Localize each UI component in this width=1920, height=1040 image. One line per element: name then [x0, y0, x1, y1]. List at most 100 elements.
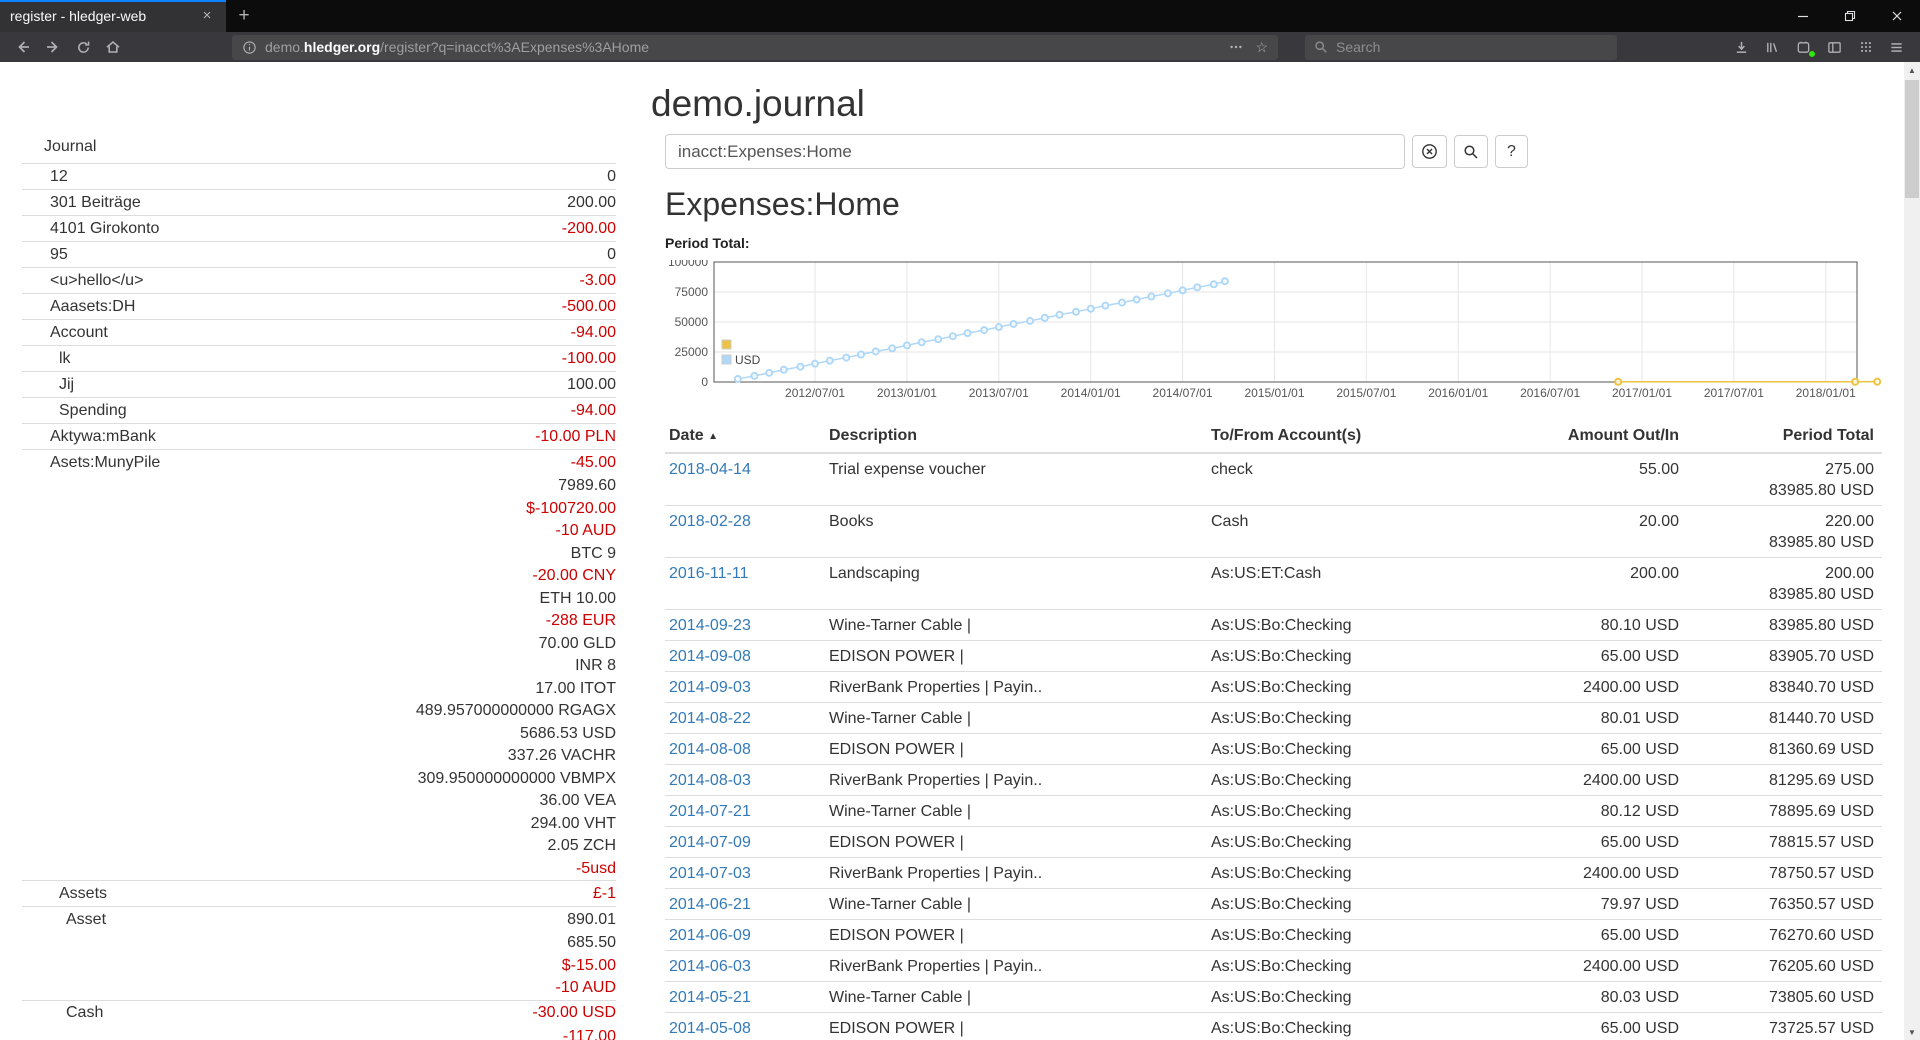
- transaction-date-link[interactable]: 2014-09-08: [669, 648, 751, 665]
- transaction-date-link[interactable]: 2014-09-03: [669, 679, 751, 696]
- transaction-date-cell: 2014-08-08: [665, 734, 825, 765]
- transaction-date-link[interactable]: 2014-05-08: [669, 1020, 751, 1037]
- query-input[interactable]: [665, 134, 1405, 169]
- new-tab-button[interactable]: +: [226, 0, 262, 32]
- account-name-link[interactable]: Aaasets:DH: [22, 298, 562, 316]
- svg-text:2018/01/01: 2018/01/01: [1796, 386, 1856, 400]
- sidebar-account-row: Jij100.00: [22, 371, 616, 397]
- svg-text:2015/07/01: 2015/07/01: [1336, 386, 1396, 400]
- transaction-date-link[interactable]: 2014-08-08: [669, 741, 751, 758]
- column-header-date[interactable]: Date ▲: [665, 422, 825, 453]
- account-name-link[interactable]: Aktywa:mBank: [22, 428, 535, 446]
- url-bar[interactable]: demo.hledger.org/register?q=inacct%3AExp…: [232, 35, 1278, 60]
- library-button[interactable]: [1757, 34, 1788, 60]
- transaction-description: Landscaping: [825, 558, 1207, 610]
- account-name-link[interactable]: Cash: [22, 1004, 532, 1022]
- register-row: 2014-05-08EDISON POWER |As:US:Bo:Checkin…: [665, 1013, 1882, 1040]
- sidebar-journal-link[interactable]: Journal: [22, 137, 641, 157]
- tab-title: register - hledger-web: [10, 8, 191, 24]
- transaction-date-link[interactable]: 2016-11-11: [669, 565, 748, 582]
- transaction-amount: 65.00 USD: [1517, 734, 1687, 765]
- svg-text:2016/01/01: 2016/01/01: [1428, 386, 1488, 400]
- transaction-date-cell: 2014-06-21: [665, 889, 825, 920]
- reload-button[interactable]: [68, 34, 98, 60]
- transaction-date-link[interactable]: 2014-09-23: [669, 617, 751, 634]
- apps-grid-icon: [1859, 40, 1873, 54]
- browser-search-bar[interactable]: Search: [1305, 35, 1617, 60]
- account-balance: -20.00 CNY: [532, 567, 616, 585]
- extension-button[interactable]: [1788, 34, 1819, 60]
- account-name-link[interactable]: Assets: [22, 885, 593, 903]
- account-name-link[interactable]: 301 Beiträge: [22, 194, 567, 212]
- account-name-link[interactable]: Jij: [22, 376, 567, 394]
- account-balance: 0: [607, 168, 616, 186]
- transaction-date-link[interactable]: 2014-06-03: [669, 958, 751, 975]
- transaction-date-cell: 2014-07-09: [665, 827, 825, 858]
- sidebar-balance-row: -10 AUD: [22, 977, 616, 1000]
- close-icon: [1891, 10, 1903, 22]
- account-name-link[interactable]: 12: [22, 168, 607, 186]
- window-minimize-button[interactable]: [1779, 0, 1826, 32]
- transaction-date-link[interactable]: 2014-08-22: [669, 710, 751, 727]
- sidebar-balance-row: 309.950000000000 VBMPX: [22, 768, 616, 791]
- transaction-date-link[interactable]: 2014-07-21: [669, 803, 751, 820]
- transaction-date-cell: 2014-07-03: [665, 858, 825, 889]
- window-restore-button[interactable]: [1826, 0, 1873, 32]
- sidebar-balance-row: 36.00 VEA: [22, 790, 616, 813]
- account-name-link[interactable]: 95: [22, 246, 607, 264]
- scrollbar-thumb[interactable]: [1905, 80, 1919, 198]
- sidebar-balance-row: INR 8: [22, 655, 616, 678]
- clear-query-button[interactable]: [1412, 135, 1447, 168]
- site-info-icon[interactable]: [242, 40, 257, 55]
- home-icon: [105, 39, 121, 55]
- back-button[interactable]: [8, 34, 38, 60]
- bookmark-star-icon[interactable]: ☆: [1255, 39, 1268, 56]
- browser-tab[interactable]: register - hledger-web ×: [0, 0, 226, 32]
- transaction-account: As:US:Bo:Checking: [1207, 610, 1517, 641]
- transaction-date-link[interactable]: 2014-07-03: [669, 865, 751, 882]
- search-submit-button[interactable]: [1454, 135, 1488, 168]
- forward-button[interactable]: [38, 34, 68, 60]
- svg-text:2012/07/01: 2012/07/01: [785, 386, 845, 400]
- apps-grid-button[interactable]: [1850, 34, 1881, 60]
- period-total-cell: 81360.69 USD: [1687, 734, 1882, 765]
- home-button[interactable]: [98, 34, 128, 60]
- downloads-button[interactable]: [1726, 34, 1757, 60]
- account-balance: -30.00 USD: [532, 1004, 616, 1022]
- window-close-button[interactable]: [1873, 0, 1920, 32]
- transaction-date-cell: 2014-08-03: [665, 765, 825, 796]
- account-name-link[interactable]: Account: [22, 324, 571, 342]
- transaction-account: As:US:Bo:Checking: [1207, 827, 1517, 858]
- account-name-link[interactable]: Asset: [22, 911, 567, 929]
- menu-button[interactable]: [1881, 34, 1912, 60]
- svg-text:USD: USD: [735, 353, 761, 367]
- page-actions-icon[interactable]: [1229, 40, 1243, 54]
- sidebar-toggle-button[interactable]: [1819, 34, 1850, 60]
- sidebar-rows: 120301 Beiträge200.004101 Girokonto-200.…: [22, 163, 616, 1040]
- transaction-description: Wine-Tarner Cable |: [825, 889, 1207, 920]
- clear-circle-x-icon: [1421, 143, 1438, 160]
- transaction-date-link[interactable]: 2014-06-21: [669, 896, 751, 913]
- scroll-down-icon[interactable]: ▼: [1904, 1024, 1920, 1040]
- account-balance: -45.00: [571, 454, 616, 472]
- page-scrollbar[interactable]: ▲ ▼: [1904, 62, 1920, 1040]
- transaction-date-link[interactable]: 2018-04-14: [669, 461, 751, 478]
- account-name-link[interactable]: <u>hello</u>: [22, 272, 580, 290]
- period-total-cell: 81295.69 USD: [1687, 765, 1882, 796]
- help-button[interactable]: ?: [1495, 135, 1528, 168]
- transaction-date-link[interactable]: 2014-05-21: [669, 989, 751, 1006]
- account-name-link[interactable]: Spending: [22, 402, 571, 420]
- account-name-link[interactable]: Asets:MunyPile: [22, 454, 571, 472]
- svg-text:2014/07/01: 2014/07/01: [1153, 386, 1213, 400]
- transaction-date-link[interactable]: 2014-07-09: [669, 834, 751, 851]
- tab-close-icon[interactable]: ×: [198, 7, 216, 25]
- scroll-up-icon[interactable]: ▲: [1904, 62, 1920, 78]
- transaction-date-cell: 2016-11-11: [665, 558, 825, 610]
- transaction-date-link[interactable]: 2014-08-03: [669, 772, 751, 789]
- register-row: 2014-06-09EDISON POWER |As:US:Bo:Checkin…: [665, 920, 1882, 951]
- transaction-date-link[interactable]: 2014-06-09: [669, 927, 751, 944]
- register-row: 2014-07-03RiverBank Properties | Payin..…: [665, 858, 1882, 889]
- account-name-link[interactable]: lk: [22, 350, 562, 368]
- transaction-date-link[interactable]: 2018-02-28: [669, 513, 751, 530]
- account-name-link[interactable]: 4101 Girokonto: [22, 220, 562, 238]
